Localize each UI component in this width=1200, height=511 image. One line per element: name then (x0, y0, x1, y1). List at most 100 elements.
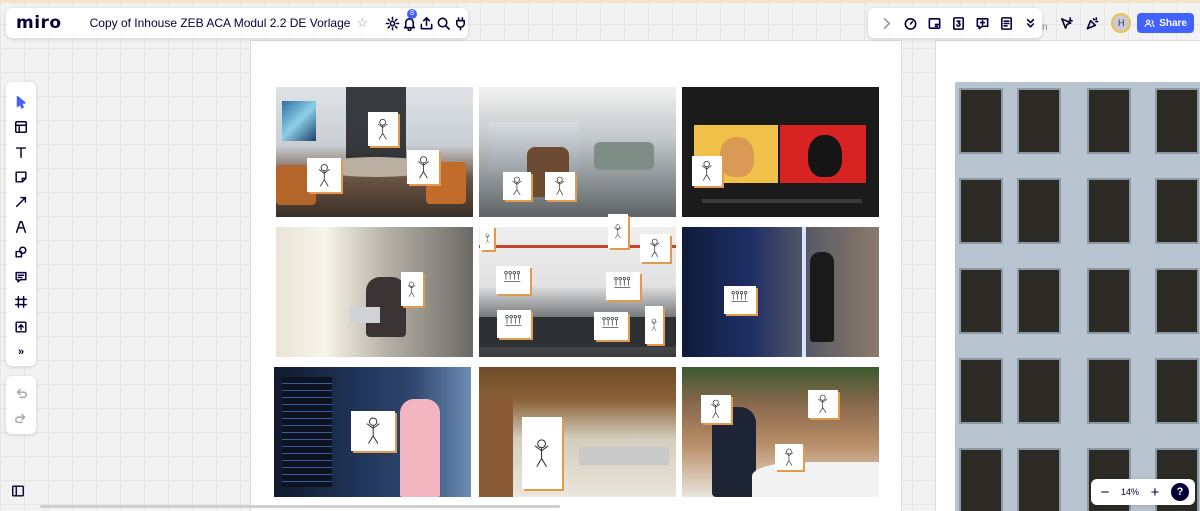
board-title[interactable]: Copy of Inhouse ZEB ACA Modul 2.2 DE Vor… (90, 16, 351, 30)
sticky-figure-note[interactable] (497, 310, 531, 338)
sticky-figure-note[interactable] (545, 172, 575, 200)
star-icon[interactable]: ☆ (356, 15, 368, 31)
undo-icon[interactable] (8, 380, 34, 405)
building-window (959, 448, 1003, 511)
sidebar-toggle-button[interactable] (6, 480, 30, 502)
building-window (1087, 268, 1131, 334)
cursor-reaction-icon[interactable] (1055, 11, 1079, 35)
video-tile-dog-red (780, 125, 866, 183)
sticky-figure-note[interactable] (351, 411, 395, 451)
timer-icon[interactable] (899, 11, 921, 35)
figure-drawing-icon (730, 291, 748, 302)
photo-meeting-room[interactable] (276, 87, 473, 217)
avatar[interactable]: H (1111, 13, 1132, 33)
board-tools-bar (868, 8, 1042, 38)
card-icon[interactable] (923, 11, 945, 35)
sticky-figure-note[interactable] (808, 390, 838, 418)
select-cursor-icon[interactable] (8, 89, 34, 114)
shapes-icon[interactable] (8, 239, 34, 264)
building-window (959, 88, 1003, 154)
bell-icon[interactable]: 8 (402, 9, 418, 35)
light-strip (802, 227, 806, 357)
arrow-tool-icon[interactable] (8, 189, 34, 214)
sticky-figure-note[interactable] (692, 156, 722, 186)
sticky-figure-note[interactable] (480, 226, 494, 250)
miro-logo[interactable]: miro (6, 13, 74, 33)
figure-drawing-icon (818, 394, 828, 414)
building-window (1155, 88, 1199, 154)
sofa (594, 142, 654, 170)
building-window (959, 178, 1003, 244)
round-desk (752, 462, 879, 497)
search-icon[interactable] (436, 11, 451, 35)
figure-drawing-icon (613, 277, 631, 288)
building-window (1017, 268, 1061, 334)
more-tools-button[interactable]: » (8, 339, 34, 364)
notes-icon[interactable] (995, 11, 1017, 35)
share-label: Share (1159, 17, 1187, 29)
sticky-figure-note[interactable] (401, 272, 423, 306)
horizontal-scrollbar[interactable] (40, 505, 560, 508)
sticky-figure-note[interactable] (496, 266, 530, 294)
gear-icon[interactable] (385, 11, 400, 35)
figure-drawing-icon (784, 448, 794, 466)
upload-icon[interactable] (419, 11, 434, 35)
plug-icon[interactable] (453, 11, 468, 35)
figure-drawing-icon (503, 271, 521, 282)
sticky-figure-note[interactable] (775, 444, 803, 470)
sticky-note-icon[interactable] (8, 164, 34, 189)
help-button[interactable]: ? (1170, 483, 1189, 501)
chevron-down-icon[interactable] (1019, 11, 1041, 35)
redo-icon[interactable] (8, 405, 34, 430)
sticky-figure-note[interactable] (307, 158, 341, 192)
templates-icon[interactable] (8, 114, 34, 139)
text-tool-icon[interactable] (8, 139, 34, 164)
top-accent-line (0, 0, 1200, 3)
celebrate-icon[interactable] (1081, 11, 1105, 35)
building-window (959, 358, 1003, 424)
building-window (1087, 88, 1131, 154)
zoom-in-button[interactable]: + (1147, 484, 1163, 501)
figure-drawing-icon (601, 317, 619, 328)
zoom-out-button[interactable]: − (1097, 484, 1113, 501)
upload-tool-icon[interactable] (8, 314, 34, 339)
sidebar-icon (12, 485, 24, 497)
figure-drawing-icon (650, 318, 658, 332)
number-icon[interactable] (947, 11, 969, 35)
sticky-figure-note[interactable] (407, 150, 439, 184)
figure-drawing-icon (711, 399, 721, 419)
sticky-figure-note[interactable] (724, 286, 756, 314)
chevron-right-icon[interactable] (875, 11, 897, 35)
photo-corridor-woman[interactable] (682, 227, 879, 357)
sticky-figure-note[interactable] (594, 312, 628, 340)
share-button[interactable]: Share (1137, 13, 1194, 33)
pen-icon[interactable] (8, 214, 34, 239)
building-window (1017, 448, 1061, 511)
photo-man-laptop[interactable] (276, 227, 473, 357)
photo-building-facade[interactable] (955, 82, 1200, 511)
sticky-figure-note[interactable] (368, 112, 398, 146)
figure-drawing-icon (318, 163, 330, 187)
laptop (350, 307, 380, 323)
woman-pink-shirt (400, 399, 440, 497)
frame-tool-icon[interactable] (8, 289, 34, 314)
comment-tool-icon[interactable] (8, 264, 34, 289)
work-desks (579, 447, 669, 465)
sticky-figure-note[interactable] (606, 272, 640, 300)
sticky-figure-note[interactable] (701, 395, 731, 423)
server-rack (282, 377, 332, 487)
sticky-figure-note[interactable] (503, 172, 531, 200)
photo-man-desk[interactable] (682, 367, 879, 497)
undo-redo-panel (6, 376, 36, 434)
woman-figure (810, 252, 834, 342)
photo-video-call[interactable] (682, 87, 879, 217)
sticky-figure-note[interactable] (522, 417, 562, 489)
figure-drawing-icon (417, 155, 429, 179)
sticky-figure-note[interactable] (608, 214, 628, 248)
sticky-figure-note[interactable] (640, 234, 670, 262)
sticky-figure-note[interactable] (645, 306, 663, 344)
photo-wood-office[interactable] (479, 367, 676, 497)
zoom-level[interactable]: 14% (1121, 487, 1139, 497)
building-window (1087, 358, 1131, 424)
comment-icon[interactable] (971, 11, 993, 35)
